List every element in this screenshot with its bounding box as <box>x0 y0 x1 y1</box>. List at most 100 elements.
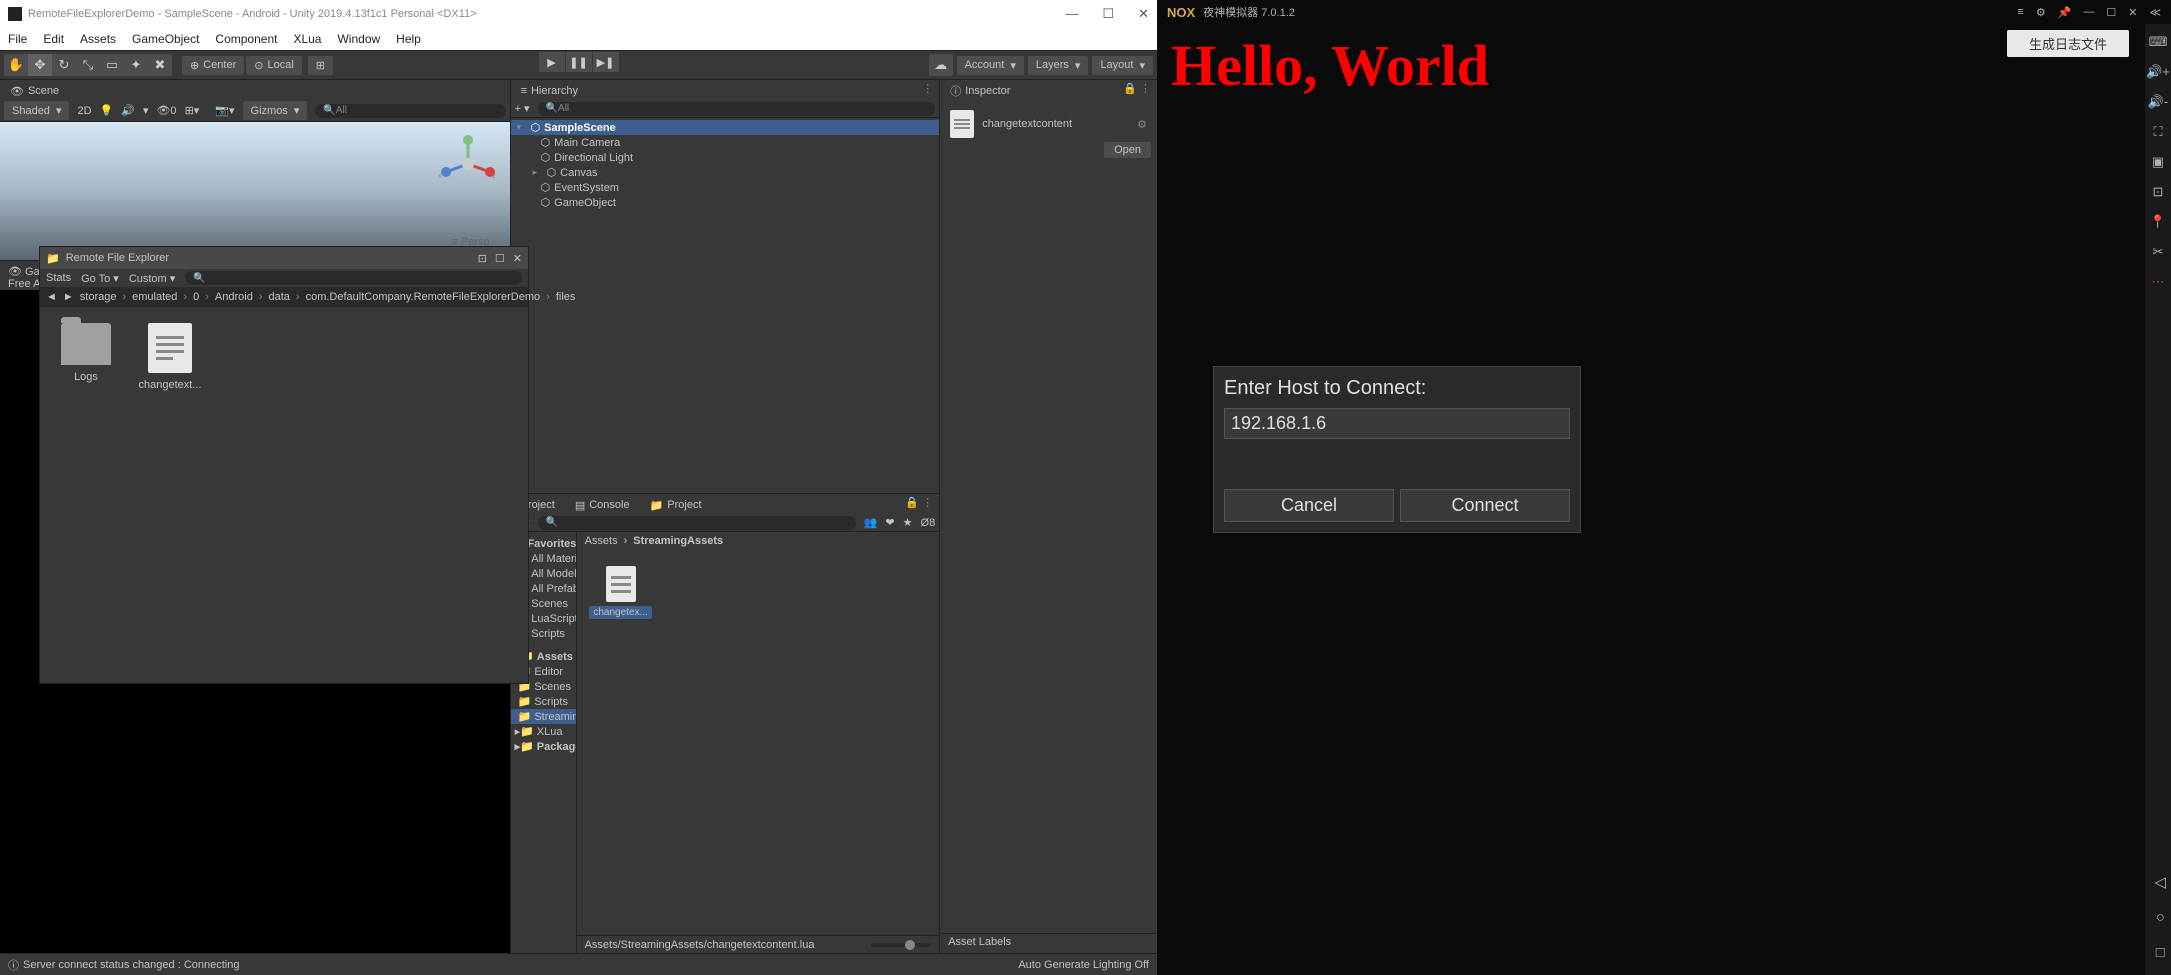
nox-maximize-icon[interactable]: ☐ <box>2106 6 2116 19</box>
move-tool-icon[interactable]: ✥ <box>28 54 52 76</box>
scene-search[interactable]: 🔍 All <box>315 104 505 118</box>
menu-gameobject[interactable]: GameObject <box>132 32 199 46</box>
volume-up-icon[interactable]: 🔊+ <box>2146 64 2170 80</box>
project-hidden-icon[interactable]: Ø8 <box>921 517 936 529</box>
screenshot-icon[interactable]: ▣ <box>2152 154 2164 170</box>
tree-item[interactable]: ⬡ Main Camera <box>511 135 940 150</box>
cloud-icon[interactable]: ☁ <box>929 54 953 76</box>
tree-item[interactable]: ⬡ EventSystem <box>511 180 940 195</box>
asset-labels-section[interactable]: Asset Labels <box>940 933 1157 953</box>
breadcrumb-item[interactable]: data <box>268 291 289 303</box>
project-tab-2[interactable]: 📁 Project <box>640 494 712 514</box>
thumbnail-size-slider[interactable] <box>871 943 931 947</box>
breadcrumb-item[interactable]: files <box>556 291 576 303</box>
nox-collapse-icon[interactable]: ≪ <box>2149 6 2161 19</box>
grid-snap-button[interactable]: ⊞ <box>308 56 333 75</box>
nox-minimize-icon[interactable]: — <box>2083 6 2094 18</box>
connect-button[interactable]: Connect <box>1400 489 1570 522</box>
fullscreen-icon[interactable]: ⛶ <box>2153 124 2162 140</box>
folder-item[interactable]: 📁 Scripts <box>511 694 576 709</box>
lighting-icon[interactable]: 💡 <box>100 104 114 117</box>
rfe-close-icon[interactable]: ✕ <box>513 252 522 265</box>
scene-viewport[interactable]: x z ≡ Persp <box>0 122 510 260</box>
inspector-tab[interactable]: ⓘ Inspector <box>940 80 1020 100</box>
asset-settings-icon[interactable]: ⚙ <box>1137 118 1147 131</box>
pivot-center-button[interactable]: ⊕ Center <box>182 56 244 75</box>
hierarchy-tab[interactable]: ≡ Hierarchy <box>511 80 589 100</box>
generate-log-button[interactable]: 生成日志文件 <box>2007 30 2129 57</box>
nox-menu-icon[interactable]: ≡ <box>2017 6 2023 18</box>
record-icon[interactable]: ⊡ <box>2153 184 2164 200</box>
breadcrumb-item[interactable]: emulated <box>132 291 177 303</box>
step-button[interactable]: ▶❚ <box>593 52 619 72</box>
layers-dropdown[interactable]: Layers ▾ <box>1028 56 1089 75</box>
rfe-maximize-icon[interactable]: ☐ <box>495 252 505 265</box>
breadcrumb-item[interactable]: StreamingAssets <box>633 535 723 547</box>
fx-icon[interactable]: ▾ <box>143 104 149 117</box>
location-icon[interactable]: 📍 <box>2150 214 2166 230</box>
menu-help[interactable]: Help <box>396 32 421 46</box>
menu-window[interactable]: Window <box>337 32 380 46</box>
packages-header[interactable]: ▸📁 Packages <box>511 739 576 754</box>
breadcrumb-item[interactable]: Android <box>215 291 253 303</box>
rfe-forward-icon[interactable]: ► <box>63 291 74 303</box>
camera-icon[interactable]: 📷▾ <box>215 104 234 117</box>
inspector-lock-icon[interactable]: 🔒 ⋮ <box>1117 80 1157 100</box>
console-tab[interactable]: ▤ Console <box>565 494 640 514</box>
breadcrumb-item[interactable]: com.DefaultCompany.RemoteFileExplorerDem… <box>306 291 541 303</box>
pause-button[interactable]: ❚❚ <box>566 52 592 72</box>
menu-file[interactable]: File <box>8 32 27 46</box>
tree-scene[interactable]: ▾⬡ SampleScene <box>511 120 940 135</box>
project-search[interactable]: 🔍 <box>538 516 856 530</box>
scene-tab[interactable]: 👁 Scene <box>0 80 69 100</box>
cancel-button[interactable]: Cancel <box>1224 489 1394 522</box>
transform-tool-icon[interactable]: ✦ <box>124 54 148 76</box>
shaded-dropdown[interactable]: Shaded ▾ <box>4 101 69 120</box>
gizmos-dropdown[interactable]: Gizmos ▾ <box>243 101 308 120</box>
volume-down-icon[interactable]: 🔊- <box>2148 94 2169 110</box>
tree-item[interactable]: ⬡ GameObject <box>511 195 940 210</box>
nox-pin-icon[interactable]: 📌 <box>2058 6 2072 19</box>
rfe-search[interactable]: 🔍 <box>185 271 522 285</box>
grid-icon[interactable]: ⊞▾ <box>185 104 200 117</box>
custom-tool-icon[interactable]: ✖ <box>148 54 172 76</box>
nox-close-icon[interactable]: ✕ <box>2128 6 2137 19</box>
menu-xlua[interactable]: XLua <box>293 32 321 46</box>
project-fav-icon[interactable]: ❤ <box>885 516 894 529</box>
account-dropdown[interactable]: Account ▾ <box>957 56 1024 75</box>
rect-tool-icon[interactable]: ▭ <box>100 54 124 76</box>
hidden-icon[interactable]: 👁0 <box>156 104 176 117</box>
nox-screen[interactable]: Hello, World 生成日志文件 Enter Host to Connec… <box>1157 24 2171 975</box>
rfe-folder-item[interactable]: Logs <box>56 323 116 383</box>
nav-back-icon[interactable]: ◁ <box>2154 873 2166 891</box>
hierarchy-search[interactable]: 🔍 All <box>538 102 936 116</box>
breadcrumb-item[interactable]: storage <box>80 291 117 303</box>
host-input[interactable] <box>1224 408 1570 439</box>
mode-2d-toggle[interactable]: 2D <box>77 105 91 117</box>
nox-settings-icon[interactable]: ⚙ <box>2036 6 2046 19</box>
hierarchy-add-icon[interactable]: + ▾ <box>515 102 530 115</box>
menu-edit[interactable]: Edit <box>43 32 64 46</box>
folder-item[interactable]: ▸📁 XLua <box>511 724 576 739</box>
rfe-back-icon[interactable]: ◄ <box>46 291 57 303</box>
open-asset-button[interactable]: Open <box>1104 142 1151 158</box>
scale-tool-icon[interactable]: ⤡ <box>76 54 100 76</box>
rotate-tool-icon[interactable]: ↻ <box>52 54 76 76</box>
menu-component[interactable]: Component <box>215 32 277 46</box>
rfe-dock-icon[interactable]: ⊡ <box>478 252 487 265</box>
play-button[interactable]: ▶ <box>539 52 565 72</box>
keyboard-icon[interactable]: ⌨ <box>2149 34 2168 50</box>
tree-item[interactable]: ⬡ Directional Light <box>511 150 940 165</box>
rfe-goto-dropdown[interactable]: Go To ▾ <box>81 272 119 285</box>
orientation-gizmo[interactable]: x z <box>438 134 498 194</box>
folder-item-selected[interactable]: 📁 StreamingA <box>511 709 576 724</box>
project-filter-icon[interactable]: 👥 <box>864 516 878 529</box>
hand-tool-icon[interactable]: ✋ <box>4 54 28 76</box>
breadcrumb-item[interactable]: Assets <box>585 535 618 547</box>
minimize-icon[interactable]: — <box>1065 6 1078 22</box>
project-file-item[interactable]: changetex... <box>593 566 649 619</box>
close-icon[interactable]: ✕ <box>1138 6 1149 22</box>
maximize-icon[interactable]: ☐ <box>1102 6 1114 22</box>
rfe-custom-dropdown[interactable]: Custom ▾ <box>129 272 175 285</box>
tree-item[interactable]: ▸⬡ Canvas <box>511 165 940 180</box>
